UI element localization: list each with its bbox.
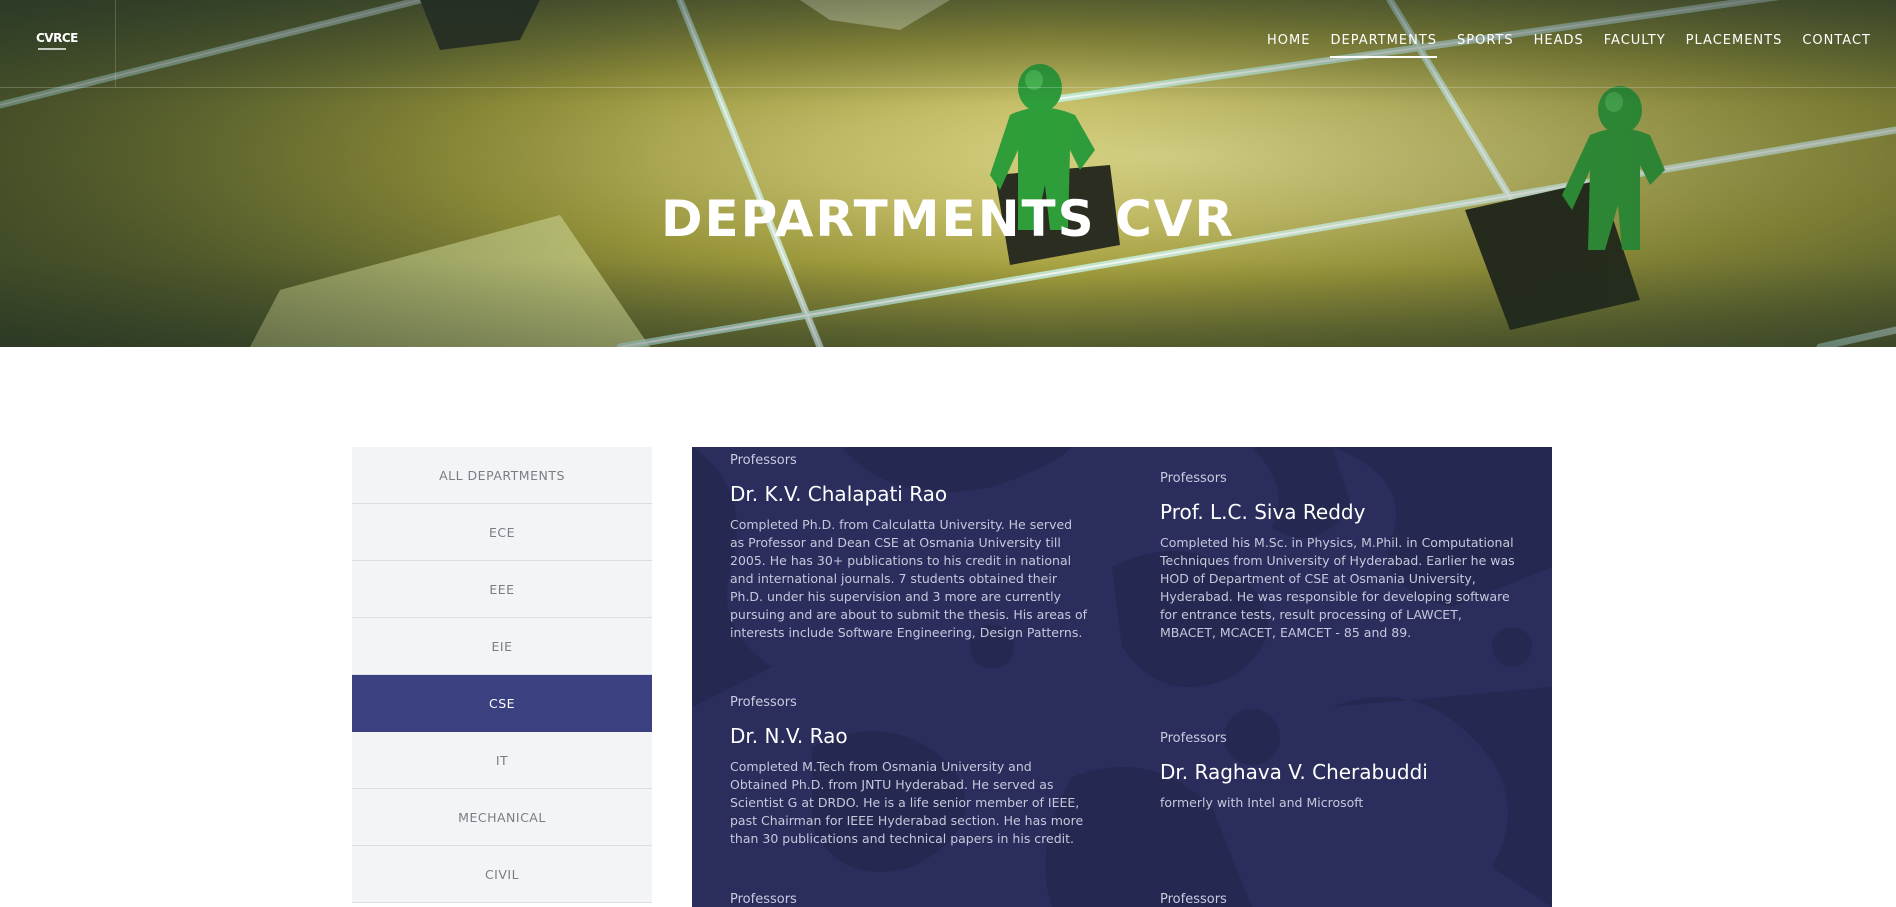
logo-container[interactable]: CVRCE	[0, 0, 116, 87]
nav-contact[interactable]: CONTACT	[1802, 33, 1871, 58]
logo-underline	[38, 48, 66, 50]
nav-placements[interactable]: PLACEMENTS	[1686, 33, 1783, 58]
page-title: DEPARTMENTS CVR	[661, 190, 1235, 248]
faculty-role: Professors	[730, 892, 797, 907]
faculty-role: Professors	[1160, 892, 1227, 907]
sidebar-item-it[interactable]: IT	[352, 732, 652, 789]
main-navigation: HOME DEPARTMENTS SPORTS HEADS FACULTY PL…	[1247, 33, 1871, 58]
nav-faculty[interactable]: FACULTY	[1604, 33, 1666, 58]
faculty-card: Professors Prof. L.C. Siva Reddy Complet…	[1160, 471, 1520, 642]
faculty-name: Dr. N.V. Rao	[730, 724, 848, 748]
faculty-role: Professors	[730, 453, 797, 468]
nav-sports[interactable]: SPORTS	[1457, 33, 1514, 58]
faculty-bio: formerly with Intel and Microsoft	[1160, 795, 1364, 810]
faculty-role: Professors	[1160, 471, 1227, 486]
faculty-role: Professors	[730, 695, 797, 710]
faculty-role: Professors	[1160, 731, 1227, 746]
faculty-bio: Completed Ph.D. from Calculatta Universi…	[730, 517, 1088, 640]
faculty-card: Professors Dr. Raghava V. Cherabuddi for…	[1160, 731, 1520, 812]
faculty-name: Prof. L.C. Siva Reddy	[1160, 500, 1366, 524]
sidebar-item-ece[interactable]: ECE	[352, 504, 652, 561]
faculty-card: Professors	[730, 892, 1090, 907]
faculty-bio: Completed his M.Sc. in Physics, M.Phil. …	[1160, 535, 1515, 640]
faculty-card: Professors	[1160, 892, 1520, 907]
sidebar-item-civil[interactable]: CIVIL	[352, 846, 652, 903]
faculty-name: Dr. Raghava V. Cherabuddi	[1160, 760, 1428, 784]
site-logo[interactable]: CVRCE	[36, 31, 78, 45]
sidebar-item-eie[interactable]: EIE	[352, 618, 652, 675]
nav-departments[interactable]: DEPARTMENTS	[1330, 33, 1437, 58]
faculty-card: Professors Dr. N.V. Rao Completed M.Tech…	[730, 695, 1090, 848]
faculty-name: Dr. K.V. Chalapati Rao	[730, 482, 948, 506]
faculty-bio: Completed M.Tech from Osmania University…	[730, 759, 1084, 846]
faculty-panel: Professors Dr. K.V. Chalapati Rao Comple…	[692, 447, 1552, 907]
sidebar-item-cse[interactable]: CSE	[352, 675, 652, 732]
sidebar-item-eee[interactable]: EEE	[352, 561, 652, 618]
sidebar-item-mechanical[interactable]: MECHANICAL	[352, 789, 652, 846]
nav-home[interactable]: HOME	[1267, 33, 1310, 58]
nav-heads[interactable]: HEADS	[1534, 33, 1584, 58]
sidebar-item-all-departments[interactable]: ALL DEPARTMENTS	[352, 447, 652, 504]
faculty-card: Professors Dr. K.V. Chalapati Rao Comple…	[730, 453, 1090, 642]
department-sidebar: ALL DEPARTMENTS ECE EEE EIE CSE IT MECHA…	[352, 447, 652, 903]
header-divider	[0, 87, 1896, 88]
